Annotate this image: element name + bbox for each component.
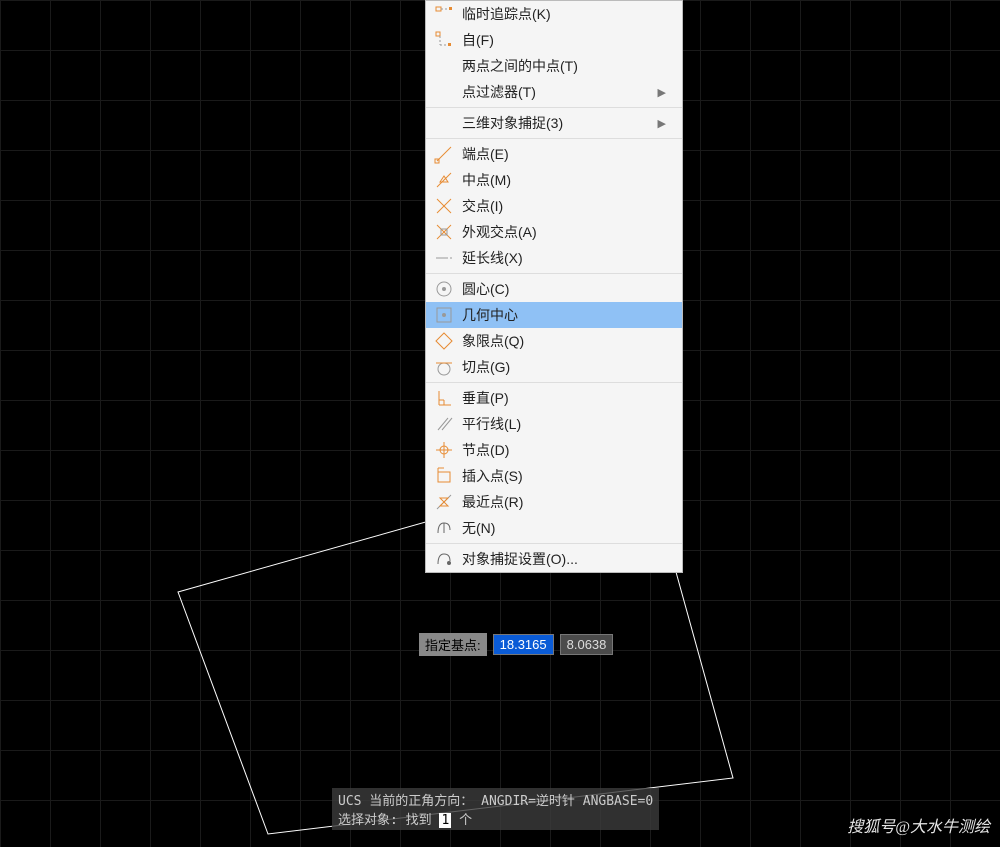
snap-geometric-center-icon [426,302,462,328]
menu-item[interactable]: 临时追踪点(K) [426,1,682,27]
osnap-context-menu[interactable]: 临时追踪点(K)自(F)两点之间的中点(T)点过滤器(T)▶三维对象捕捉(3)▶… [425,0,683,573]
menu-item-label: 两点之间的中点(T) [462,56,666,76]
command-line-1: UCS 当前的正角方向： ANGDIR=逆时针 ANGBASE=0 [338,790,653,809]
menu-item[interactable]: 节点(D) [426,437,682,463]
dynamic-input-x[interactable]: 18.3165 [493,634,554,655]
menu-item-label: 交点(I) [462,196,666,216]
menu-separator [426,273,682,274]
snap-extension-icon [426,245,462,271]
snap-apparent-int-icon [426,219,462,245]
menu-item[interactable]: 圆心(C) [426,276,682,302]
snap-tangent-icon [426,354,462,380]
menu-item-label: 点过滤器(T) [462,82,658,102]
submenu-arrow-icon: ▶ [658,117,666,130]
snap-from-icon [426,27,462,53]
menu-icon-empty [426,110,462,136]
menu-item-label: 切点(G) [462,357,666,377]
menu-item-label: 无(N) [462,518,666,538]
command-line-2: 选择对象: 找到 1 个 [338,809,653,828]
menu-item[interactable]: 几何中心 [426,302,682,328]
menu-item-label: 节点(D) [462,440,666,460]
menu-item-label: 延长线(X) [462,248,666,268]
menu-icon-empty [426,79,462,105]
menu-item[interactable]: 延长线(X) [426,245,682,271]
menu-item-label: 平行线(L) [462,414,666,434]
snap-endpoint-icon [426,141,462,167]
menu-item[interactable]: 自(F) [426,27,682,53]
menu-item[interactable]: 插入点(S) [426,463,682,489]
menu-item[interactable]: 三维对象捕捉(3)▶ [426,110,682,136]
menu-item-label: 圆心(C) [462,279,666,299]
snap-nearest-icon [426,489,462,515]
dynamic-input-bar[interactable]: 指定基点: 18.3165 8.0638 [419,633,613,656]
dynamic-input-label: 指定基点: [419,633,487,656]
command-line[interactable]: UCS 当前的正角方向： ANGDIR=逆时针 ANGBASE=0 选择对象: … [332,788,659,830]
menu-separator [426,138,682,139]
snap-settings-icon [426,546,462,572]
dynamic-input-y[interactable]: 8.0638 [560,634,614,655]
snap-parallel-icon [426,411,462,437]
menu-item[interactable]: 中点(M) [426,167,682,193]
snap-quadrant-icon [426,328,462,354]
menu-item-label: 外观交点(A) [462,222,666,242]
menu-item[interactable]: 切点(G) [426,354,682,380]
menu-item[interactable]: 平行线(L) [426,411,682,437]
snap-perpendicular-icon [426,385,462,411]
snap-node-icon [426,437,462,463]
snap-center-icon [426,276,462,302]
menu-item[interactable]: 外观交点(A) [426,219,682,245]
menu-item[interactable]: 对象捕捉设置(O)... [426,546,682,572]
snap-midpoint-icon [426,167,462,193]
snap-insert-icon [426,463,462,489]
menu-item-label: 垂直(P) [462,388,666,408]
menu-item[interactable]: 无(N) [426,515,682,541]
menu-item[interactable]: 点过滤器(T)▶ [426,79,682,105]
menu-item[interactable]: 两点之间的中点(T) [426,53,682,79]
menu-item[interactable]: 交点(I) [426,193,682,219]
snap-none-icon [426,515,462,541]
menu-separator [426,107,682,108]
menu-item-label: 端点(E) [462,144,666,164]
menu-item-label: 自(F) [462,30,666,50]
menu-item-label: 插入点(S) [462,466,666,486]
menu-icon-empty [426,53,462,79]
snap-intersection-icon [426,193,462,219]
watermark: 搜狐号@大水牛测绘 [847,813,990,837]
menu-item[interactable]: 象限点(Q) [426,328,682,354]
submenu-arrow-icon: ▶ [658,86,666,99]
menu-item-label: 几何中心 [462,305,666,325]
menu-separator [426,543,682,544]
snap-track-icon [426,1,462,27]
menu-item-label: 中点(M) [462,170,666,190]
menu-item-label: 最近点(R) [462,492,666,512]
menu-item-label: 三维对象捕捉(3) [462,113,658,133]
menu-item[interactable]: 最近点(R) [426,489,682,515]
menu-item[interactable]: 端点(E) [426,141,682,167]
menu-item-label: 对象捕捉设置(O)... [462,549,666,569]
menu-separator [426,382,682,383]
menu-item-label: 临时追踪点(K) [462,4,666,24]
menu-item[interactable]: 垂直(P) [426,385,682,411]
menu-item-label: 象限点(Q) [462,331,666,351]
